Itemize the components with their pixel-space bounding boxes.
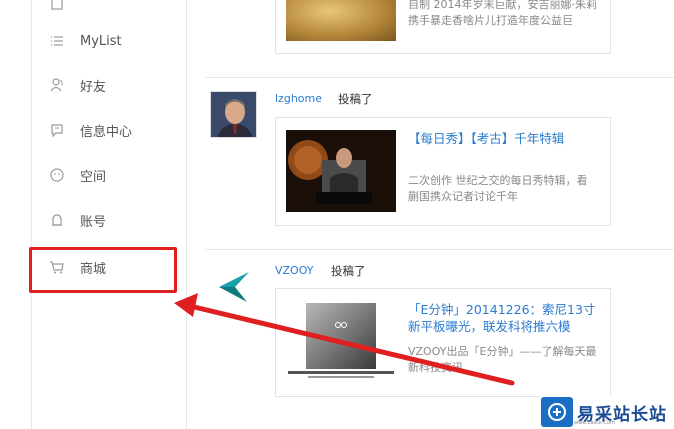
divider: [205, 249, 674, 250]
brand-logo[interactable]: [217, 270, 251, 304]
post-title[interactable]: 「E分钟」20141226：索尼13寸新平板曝光，联发科将推六模: [408, 301, 598, 335]
sidebar-item-label: MyList: [80, 33, 122, 49]
sidebar-item-account[interactable]: 账号: [40, 202, 180, 238]
message-icon: [48, 121, 66, 139]
sidebar-item-label: 好友: [80, 79, 107, 95]
post-card[interactable]: 自制 2014年岁末巨献，安吉丽娜·朱莉携手暴走香啥片儿打造年度公益巨: [275, 0, 611, 54]
post-author[interactable]: lzghome: [275, 92, 322, 105]
friends-icon: [48, 76, 66, 94]
sidebar-item-label: 信息中心: [80, 124, 133, 140]
post-action: 投稿了: [338, 92, 373, 106]
post-action: 投稿了: [331, 264, 366, 278]
post-thumbnail[interactable]: [286, 301, 396, 383]
post-description: 自制 2014年岁末巨献，安吉丽娜·朱莉携手暴走香啥片儿打造年度公益巨: [408, 0, 597, 27]
space-icon: [48, 166, 66, 184]
sidebar-item-mylist[interactable]: MyList: [40, 23, 180, 59]
sidebar-item-label: 账号: [80, 214, 107, 230]
avatar[interactable]: [210, 91, 257, 138]
sidebar-item-friends[interactable]: 好友: [40, 67, 180, 103]
post-thumbnail[interactable]: [286, 130, 396, 212]
partial-icon: [48, 0, 66, 13]
logo-mark-icon: [541, 397, 573, 427]
post-description: VZOOY出品「E分钟」——了解每天最新科技资讯: [408, 345, 597, 374]
sidebar-rail: [31, 0, 32, 429]
post-thumbnail[interactable]: [286, 0, 396, 41]
sidebar-item-label: 空间: [80, 169, 107, 185]
sidebar: MyList 好友 信息中心 空间 账号 商城: [0, 0, 187, 429]
post-title[interactable]: 【每日秀】【考古】千年特辑: [408, 130, 598, 147]
sidebar-item-messages[interactable]: 信息中心: [40, 112, 180, 148]
highlight-box: [29, 247, 177, 293]
post-description: 二次创作 世纪之交的每日秀特辑，看 蒯国携众记者讨论千年: [408, 174, 588, 203]
account-icon: [48, 211, 66, 229]
list-icon: [48, 32, 66, 50]
post-card[interactable]: 「E分钟」20141226：索尼13寸新平板曝光，联发科将推六模 VZOOY出品…: [275, 288, 611, 397]
divider: [205, 77, 674, 78]
sidebar-item-space[interactable]: 空间: [40, 157, 180, 193]
post-author[interactable]: VZOOY: [275, 264, 314, 277]
sidebar-item-top[interactable]: [40, 0, 180, 22]
post-card[interactable]: 【每日秀】【考古】千年特辑 二次创作 世纪之交的每日秀特辑，看 蒯国携众记者讨论…: [275, 117, 611, 226]
watermark-subtext: www.Easck.Com: [574, 420, 615, 426]
